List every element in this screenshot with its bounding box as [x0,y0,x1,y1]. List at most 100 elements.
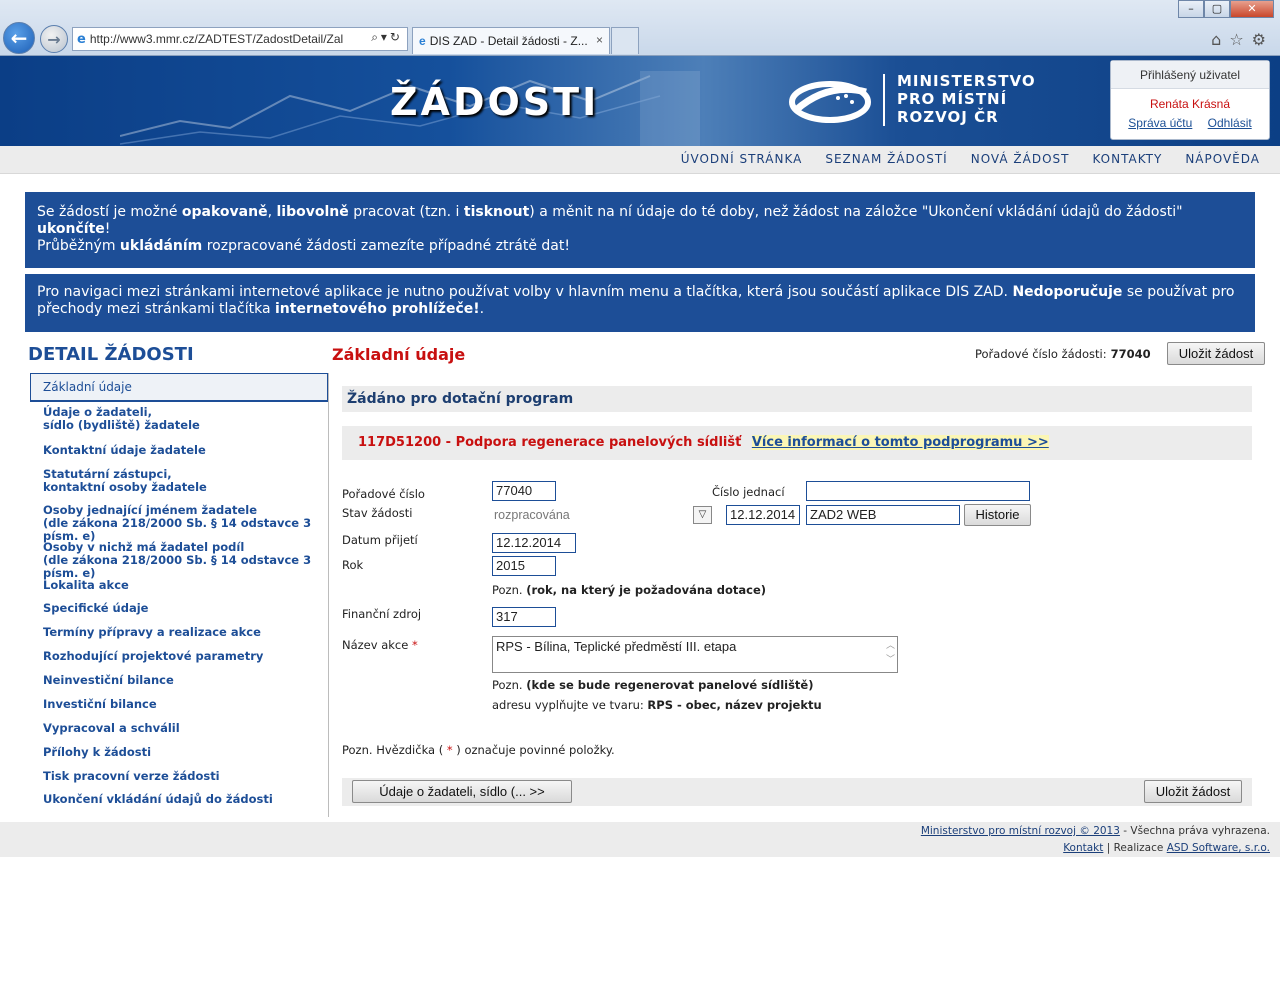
close-window-button[interactable]: ✕ [1230,0,1274,18]
stav-source-field[interactable]: ZAD2 WEB [806,505,960,525]
ministry-name: MINISTERSTVO PRO MÍSTNÍ ROZVOJ ČR [897,72,1036,126]
browser-toolbar-icons: ⌂☆⚙ [1211,30,1274,49]
arrow-right-icon: → [47,29,61,49]
required-legend: Pozn. Hvězdička ( * ) označuje povinné p… [342,743,615,757]
sidenav-item-active[interactable]: Základní údaje [30,373,328,402]
textarea-scrollbar[interactable]: ︿ ﹀ [886,638,895,666]
url-text[interactable]: http://www3.mmr.cz/ZADTEST/ZadostDetail/… [90,32,350,46]
site-title: ŽÁDOSTI [390,80,600,124]
info-bold: Nedoporučuje [1012,284,1123,300]
ie-icon: e [419,34,426,48]
close-tab-icon[interactable]: × [596,33,603,47]
user-box: Přihlášený uživatel Renáta Krásná Správa… [1110,60,1270,140]
sidenav-item[interactable]: Kontaktní údaje žadatele [43,444,328,457]
sidenav-item[interactable]: Údaje o žadateli, sídlo (bydliště) žadate… [43,406,328,432]
maximize-button[interactable]: ▢ [1204,0,1230,18]
menu-new[interactable]: NOVÁ ŽÁDOST [971,152,1070,166]
user-box-title: Přihlášený uživatel [1111,61,1269,89]
program-more-link[interactable]: Více informací o tomto podprogramu >> [751,435,1049,450]
menu-contacts[interactable]: KONTAKTY [1092,152,1162,166]
ie-icon: e [77,31,86,47]
rok-label: Rok [342,558,364,572]
user-name: Renáta Krásná [1149,97,1231,111]
sidenav-item[interactable]: Vypracoval a schválil [43,722,328,735]
nazev-textarea[interactable]: RPS - Bílina, Teplické předměstí III. et… [492,636,898,673]
logout-link[interactable]: Odhlásit [1208,116,1252,130]
tab-title: DIS ZAD - Detail žádosti - Z... [429,34,588,48]
star-icon[interactable]: ☆ [1229,30,1251,49]
navigation-warning: Pro navigaci mezi stránkami internetové … [25,274,1255,332]
search-refresh-icons[interactable]: ⌕▾↻ [371,30,403,45]
sidenav-item[interactable]: Tisk pracovní verze žádosti [43,770,328,783]
sidenav-item[interactable]: Přílohy k žádosti [43,746,328,759]
ministry-line: ROZVOJ ČR [897,108,999,126]
minimize-button[interactable]: – [1178,0,1204,18]
sidenav-item[interactable]: Specifické údaje [43,602,328,615]
menu-list[interactable]: SEZNAM ŽÁDOSTÍ [825,152,947,166]
stav-value: rozpracována [494,508,570,522]
sidenav-item[interactable]: Lokalita akce [43,579,328,592]
program-header: Žádáno pro dotační program [342,386,1252,412]
nazev-label: Název akce * [342,638,418,652]
account-link[interactable]: Správa účtu [1128,116,1192,130]
back-button[interactable]: ← [3,22,35,54]
save-button-top[interactable]: Uložit žádost [1167,342,1265,365]
menu-home[interactable]: ÚVODNÍ STRÁNKA [681,152,803,166]
datum-label: Datum přijetí [342,533,418,547]
program-code: 117D51200 - Podpora regenerace panelovýc… [358,435,742,450]
nazev-note: Pozn. (kde se bude regenerovat panelové … [492,678,814,692]
stav-dropdown-icon[interactable]: ▽ [693,506,712,524]
info-bold: tisknout [463,204,530,220]
info-bold: internetového prohlížeče! [274,301,480,317]
sidenav-item[interactable]: Neinvestiční bilance [43,674,328,687]
vendor-link[interactable]: ASD Software, s.r.o. [1167,842,1270,854]
cislo-jednaci-field[interactable] [806,481,1030,501]
ministry-logo-icon [789,81,871,123]
ministry-link[interactable]: Ministerstvo pro místní rozvoj © 2013 [921,825,1120,837]
address-bar[interactable]: e http://www3.mmr.cz/ZADTEST/ZadostDetai… [72,27,408,51]
nazev-value[interactable]: RPS - Bílina, Teplické předměstí III. et… [496,639,736,654]
required-mark: * [411,638,418,652]
sidenav-item[interactable]: Termíny přípravy a realizace akce [43,626,328,639]
site-header: ŽÁDOSTI MINISTERSTVO PRO MÍSTNÍ ROZVOJ Č… [0,56,1280,146]
stav-date-field[interactable]: 12.12.2014 [726,505,800,525]
info-text: Pro navigaci mezi stránkami internetové … [37,284,1013,300]
sidenav-item[interactable]: Ukončení vkládání údajů do žádosti [43,793,328,806]
footer: Ministerstvo pro místní rozvoj © 2013 - … [0,822,1280,857]
poradove-field[interactable]: 77040 [492,481,556,501]
ministry-line: MINISTERSTVO [897,72,1036,90]
info-bold: ukládáním [119,238,203,254]
side-navigation: Základní údaje Údaje o žadateli, sídlo (b… [30,373,329,817]
rok-field[interactable]: 2015 [492,556,556,576]
ministry-line: PRO MÍSTNÍ [897,90,1008,108]
forward-button[interactable]: → [40,25,68,53]
sidenav-item[interactable]: Osoby jednající jménem žadatele (dle záko… [43,504,328,543]
program-row: 117D51200 - Podpora regenerace panelovýc… [342,426,1252,460]
info-text: Se žádostí je možné [37,204,182,220]
sidenav-item[interactable]: Rozhodující projektové parametry [43,650,328,663]
new-tab-button[interactable] [611,27,639,54]
gear-icon[interactable]: ⚙ [1252,30,1274,49]
zdroj-field[interactable]: 317 [492,607,556,627]
browser-tab[interactable]: e DIS ZAD - Detail žádosti - Z... × [412,27,610,54]
info-text: ) a měnit na ní údaje do té doby, než žá… [529,204,1183,220]
next-page-button[interactable]: Údaje o žadateli, sídlo (... >> [352,780,572,803]
window-controls: – ▢ ✕ [1178,0,1274,18]
menu-help[interactable]: NÁPOVĚDA [1185,152,1260,166]
home-icon[interactable]: ⌂ [1211,30,1229,49]
info-text: . [479,301,485,317]
sidenav-item[interactable]: Statutární zástupci, kontaktní osoby žada… [43,468,328,494]
info-bold: ukončíte [37,221,105,237]
save-button-bottom[interactable]: Uložit žádost [1144,780,1242,803]
datum-field[interactable]: 12.12.2014 [492,533,576,553]
sidenav-item[interactable]: Investiční bilance [43,698,328,711]
info-text: rozpracované žádosti zamezíte případné z… [202,238,570,254]
arrow-left-icon: ← [10,26,28,50]
info-bold: opakovaně [181,204,268,220]
history-button[interactable]: Historie [964,504,1031,526]
browser-chrome: ← → e http://www3.mmr.cz/ZADTEST/ZadostD… [0,0,1280,56]
info-text: pracovat (tzn. i [348,204,464,220]
sidenav-item[interactable]: Osoby v nichž má žadatel podíl (dle zákon… [43,541,328,580]
contact-link[interactable]: Kontakt [1063,842,1103,854]
logo-separator [883,74,885,126]
